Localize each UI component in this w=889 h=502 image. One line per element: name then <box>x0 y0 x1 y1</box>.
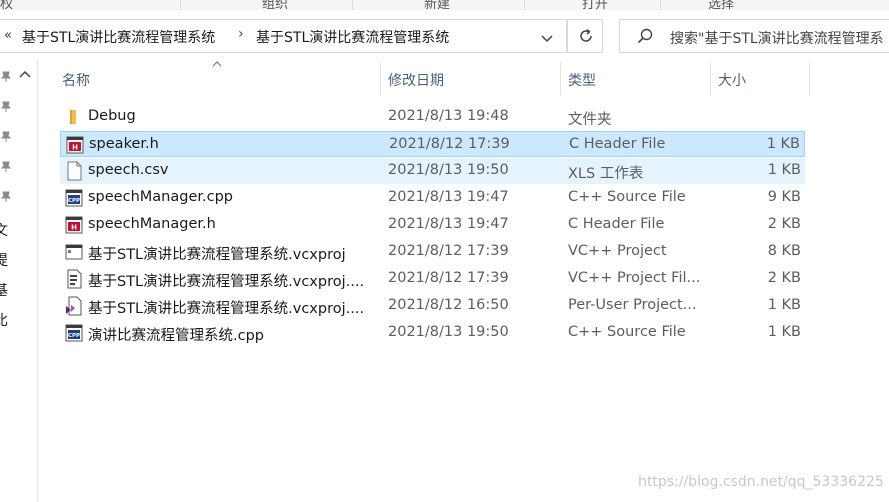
vcxproj-file-icon <box>65 244 83 260</box>
file-row[interactable]: H speechManager.h 2021/8/13 19:47 C Head… <box>60 212 805 238</box>
nav-item-label[interactable]: 基 <box>0 280 8 300</box>
address-bar[interactable]: « 基于STL演讲比赛流程管理系统 › 基于STL演讲比赛流程管理系统 <box>0 19 567 53</box>
search-input[interactable]: 搜索"基于STL演讲比赛流程管理系 <box>619 19 889 53</box>
nav-item-label[interactable]: 比 <box>0 310 8 330</box>
file-date: 2021/8/13 19:47 <box>388 189 509 205</box>
chevron-up-icon[interactable] <box>17 68 33 80</box>
file-row[interactable]: 基于STL演讲比赛流程管理系统.vcxproj.... 2021/8/12 17… <box>60 266 805 292</box>
file-type: VC++ Project Fil... <box>568 270 701 286</box>
file-date: 2021/8/12 17:39 <box>388 270 509 286</box>
file-size: 1 KB <box>766 136 800 152</box>
file-type: Per-User Project... <box>568 297 697 313</box>
c-header-file-icon: H <box>66 136 84 154</box>
navigation-pane[interactable]: 文 提 基 比 <box>0 60 37 502</box>
file-row[interactable]: CPP speechManager.cpp 2021/8/13 19:47 C+… <box>60 185 805 211</box>
pin-icon[interactable] <box>0 191 12 203</box>
file-name: 基于STL演讲比赛流程管理系统.vcxproj.... <box>88 274 365 290</box>
svg-text:CPP: CPP <box>68 198 80 204</box>
file-row[interactable]: speech.csv 2021/8/13 19:50 XLS 工作表 1 KB <box>60 158 805 184</box>
file-name: 演讲比赛流程管理系统.cpp <box>88 328 264 344</box>
file-size: 8 KB <box>767 243 801 259</box>
c-header-file-icon: H <box>65 216 83 234</box>
vcxproj-user-file-icon <box>66 296 82 316</box>
file-date: 2021/8/12 16:50 <box>388 297 509 313</box>
folder-icon <box>70 110 76 124</box>
breadcrumb-separator[interactable]: › <box>238 26 244 42</box>
chevron-down-icon[interactable] <box>538 29 556 47</box>
file-date: 2021/8/13 19:48 <box>388 108 509 124</box>
file-name: 基于STL演讲比赛流程管理系统.vcxproj.... <box>88 301 365 317</box>
file-type: C++ Source File <box>568 189 686 205</box>
file-type: XLS 工作表 <box>568 166 644 182</box>
pane-divider[interactable] <box>37 60 38 502</box>
pin-icon[interactable] <box>0 71 12 83</box>
file-type: VC++ Project <box>568 243 667 259</box>
address-row: « 基于STL演讲比赛流程管理系统 › 基于STL演讲比赛流程管理系统 搜索"基… <box>0 10 889 60</box>
file-size: 1 KB <box>767 297 801 313</box>
breadcrumb-overflow[interactable]: « <box>4 28 12 43</box>
cpp-source-file-icon: CPP <box>65 189 83 207</box>
file-date: 2021/8/12 17:39 <box>389 136 510 152</box>
svg-text:H: H <box>71 224 77 232</box>
file-date: 2021/8/13 19:50 <box>388 324 509 340</box>
file-row[interactable]: H speaker.h 2021/8/12 17:39 C Header Fil… <box>60 131 805 157</box>
file-name: speechManager.cpp <box>88 189 233 205</box>
refresh-button[interactable] <box>567 19 603 53</box>
search-placeholder: 搜索"基于STL演讲比赛流程管理系 <box>670 31 884 47</box>
search-icon <box>637 28 653 44</box>
svg-text:H: H <box>72 144 78 152</box>
file-name: speaker.h <box>89 136 159 152</box>
nav-item-label[interactable]: 文 <box>0 220 8 240</box>
file-date: 2021/8/12 17:39 <box>388 243 509 259</box>
column-header-size[interactable]: 大小 <box>718 70 746 90</box>
pin-icon[interactable] <box>0 131 12 143</box>
pin-icon[interactable] <box>0 101 12 113</box>
sort-ascending-icon <box>212 61 222 67</box>
file-name: speechManager.h <box>88 216 216 232</box>
file-date: 2021/8/13 19:50 <box>388 162 509 178</box>
column-headers: 名称 修改日期 类型 大小 <box>38 61 889 96</box>
breadcrumb-item[interactable]: 基于STL演讲比赛流程管理系统 <box>22 27 215 47</box>
file-type: C Header File <box>569 136 666 152</box>
vcxproj-filters-file-icon <box>67 269 82 289</box>
file-row[interactable]: CPP 演讲比赛流程管理系统.cpp 2021/8/13 19:50 C++ S… <box>60 320 805 346</box>
file-type: C++ Source File <box>568 324 686 340</box>
file-size: 1 KB <box>767 162 801 178</box>
column-header-name[interactable]: 名称 <box>62 70 90 90</box>
file-size: 2 KB <box>767 216 801 232</box>
cpp-source-file-icon: CPP <box>65 324 83 342</box>
file-size: 1 KB <box>767 324 801 340</box>
file-row[interactable]: 基于STL演讲比赛流程管理系统.vcxproj 2021/8/12 17:39 … <box>60 239 805 265</box>
file-row[interactable]: Debug 2021/8/13 19:48 文件夹 <box>60 104 805 130</box>
nav-item-label[interactable]: 提 <box>0 250 8 270</box>
pin-icon[interactable] <box>0 161 12 173</box>
watermark: https://blog.csdn.net/qq_53336225 <box>638 474 884 490</box>
file-row[interactable]: 基于STL演讲比赛流程管理系统.vcxproj.... 2021/8/12 16… <box>60 293 805 319</box>
file-date: 2021/8/13 19:47 <box>388 216 509 232</box>
breadcrumb-item[interactable]: 基于STL演讲比赛流程管理系统 <box>256 27 449 47</box>
file-type: 文件夹 <box>568 112 612 128</box>
column-header-date[interactable]: 修改日期 <box>388 70 444 90</box>
blank-document-icon <box>67 161 82 181</box>
file-type: C Header File <box>568 216 665 232</box>
svg-text:CPP: CPP <box>68 333 80 339</box>
column-header-type[interactable]: 类型 <box>568 70 596 90</box>
refresh-icon <box>580 28 592 42</box>
file-name: speech.csv <box>88 162 169 178</box>
file-name: 基于STL演讲比赛流程管理系统.vcxproj <box>88 247 346 263</box>
file-size: 9 KB <box>767 189 801 205</box>
file-size: 2 KB <box>767 270 801 286</box>
file-name: Debug <box>88 108 136 124</box>
